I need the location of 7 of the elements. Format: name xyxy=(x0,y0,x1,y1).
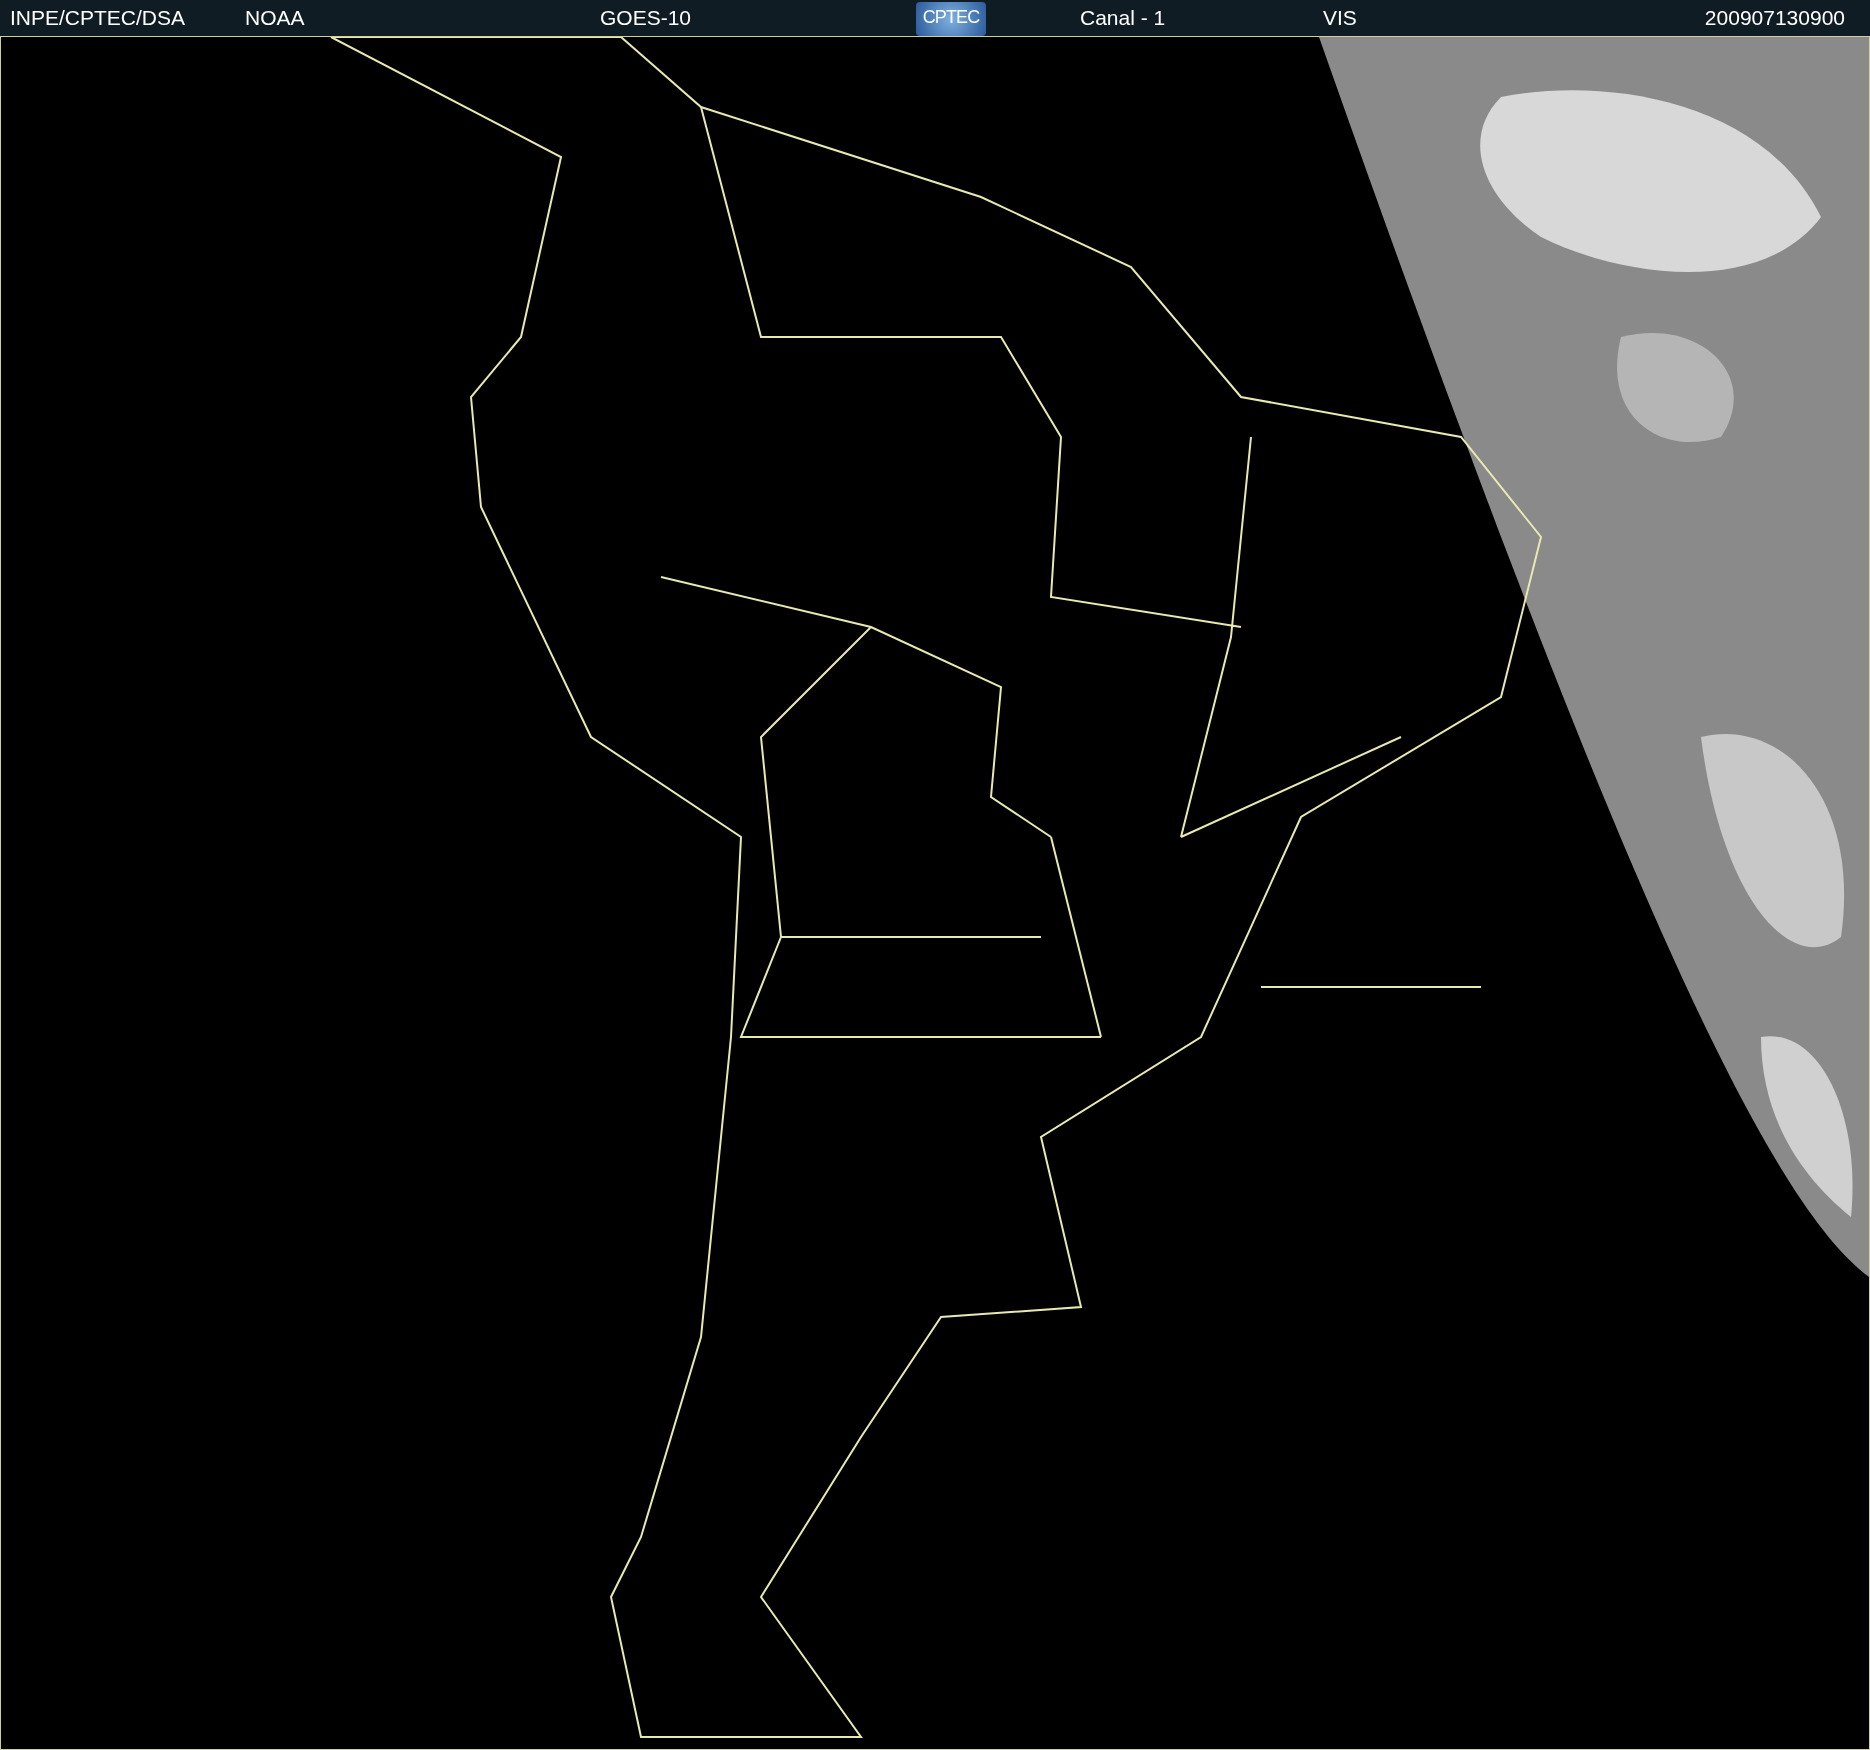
satellite-label: GOES-10 xyxy=(600,6,692,30)
timestamp-label: 200907130900 xyxy=(1704,6,1845,30)
logo: CPTEC xyxy=(916,2,986,36)
channel-label: Canal - 1 xyxy=(1080,6,1166,30)
band-label: VIS xyxy=(1323,6,1357,30)
source-label: INPE/CPTEC/DSA xyxy=(10,6,186,30)
agency-label: NOAA xyxy=(245,6,305,30)
